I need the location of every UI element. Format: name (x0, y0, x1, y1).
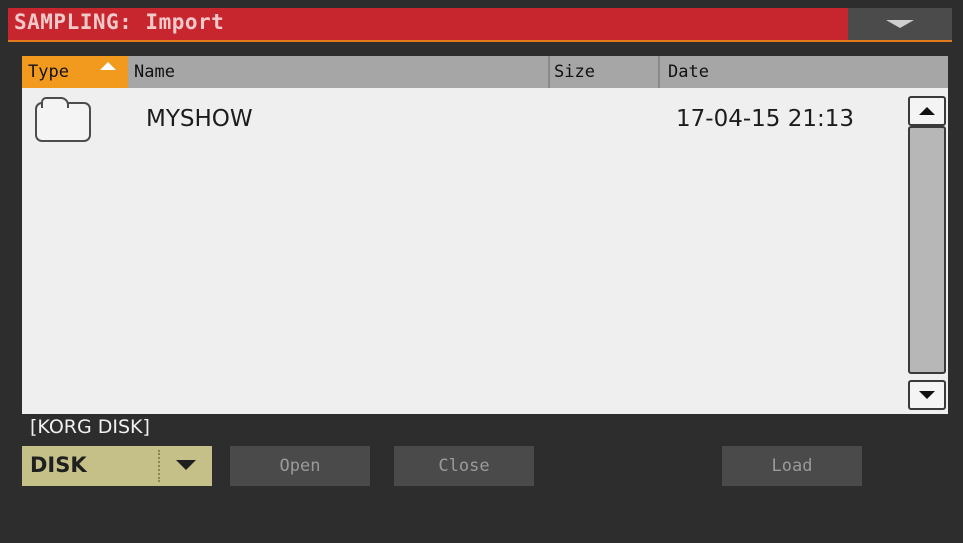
vertical-scrollbar[interactable] (906, 96, 948, 414)
arrow-up-icon (919, 107, 935, 115)
list-item-name: MYSHOW (146, 106, 253, 132)
file-list-panel: Type Name Size Date MYSHOW 17-04-15 21:1… (22, 56, 948, 414)
page-menu-button[interactable] (848, 8, 952, 40)
open-button[interactable]: Open (230, 446, 370, 486)
page-title: SAMPLING: Import (14, 10, 225, 34)
device-selector-value: DISK (30, 453, 87, 477)
column-divider (548, 56, 550, 88)
load-button[interactable]: Load (722, 446, 862, 486)
current-path: [KORG DISK] (30, 416, 150, 438)
scrollbar-thumb[interactable] (908, 126, 946, 374)
column-header-name[interactable]: Name (134, 56, 175, 88)
chevron-down-icon (176, 460, 196, 470)
column-header-date[interactable]: Date (668, 56, 709, 88)
device-selector[interactable]: DISK (22, 446, 212, 486)
file-list-header: Type Name Size Date (22, 56, 948, 88)
close-button[interactable]: Close (394, 446, 534, 486)
title-bar: SAMPLING: Import (8, 8, 952, 42)
scroll-down-button[interactable] (908, 380, 946, 410)
scroll-up-button[interactable] (908, 96, 946, 126)
column-header-size[interactable]: Size (554, 56, 595, 88)
divider (158, 450, 160, 482)
list-item-date: 17-04-15 21:13 (676, 106, 854, 132)
column-divider (658, 56, 660, 88)
column-header-type[interactable]: Type (22, 56, 128, 88)
sort-ascending-icon (100, 62, 116, 70)
chevron-down-icon (886, 20, 914, 28)
folder-icon (35, 97, 91, 142)
arrow-down-icon (919, 391, 935, 399)
column-header-type-label: Type (28, 62, 69, 82)
list-item[interactable]: MYSHOW 17-04-15 21:13 (22, 88, 906, 152)
